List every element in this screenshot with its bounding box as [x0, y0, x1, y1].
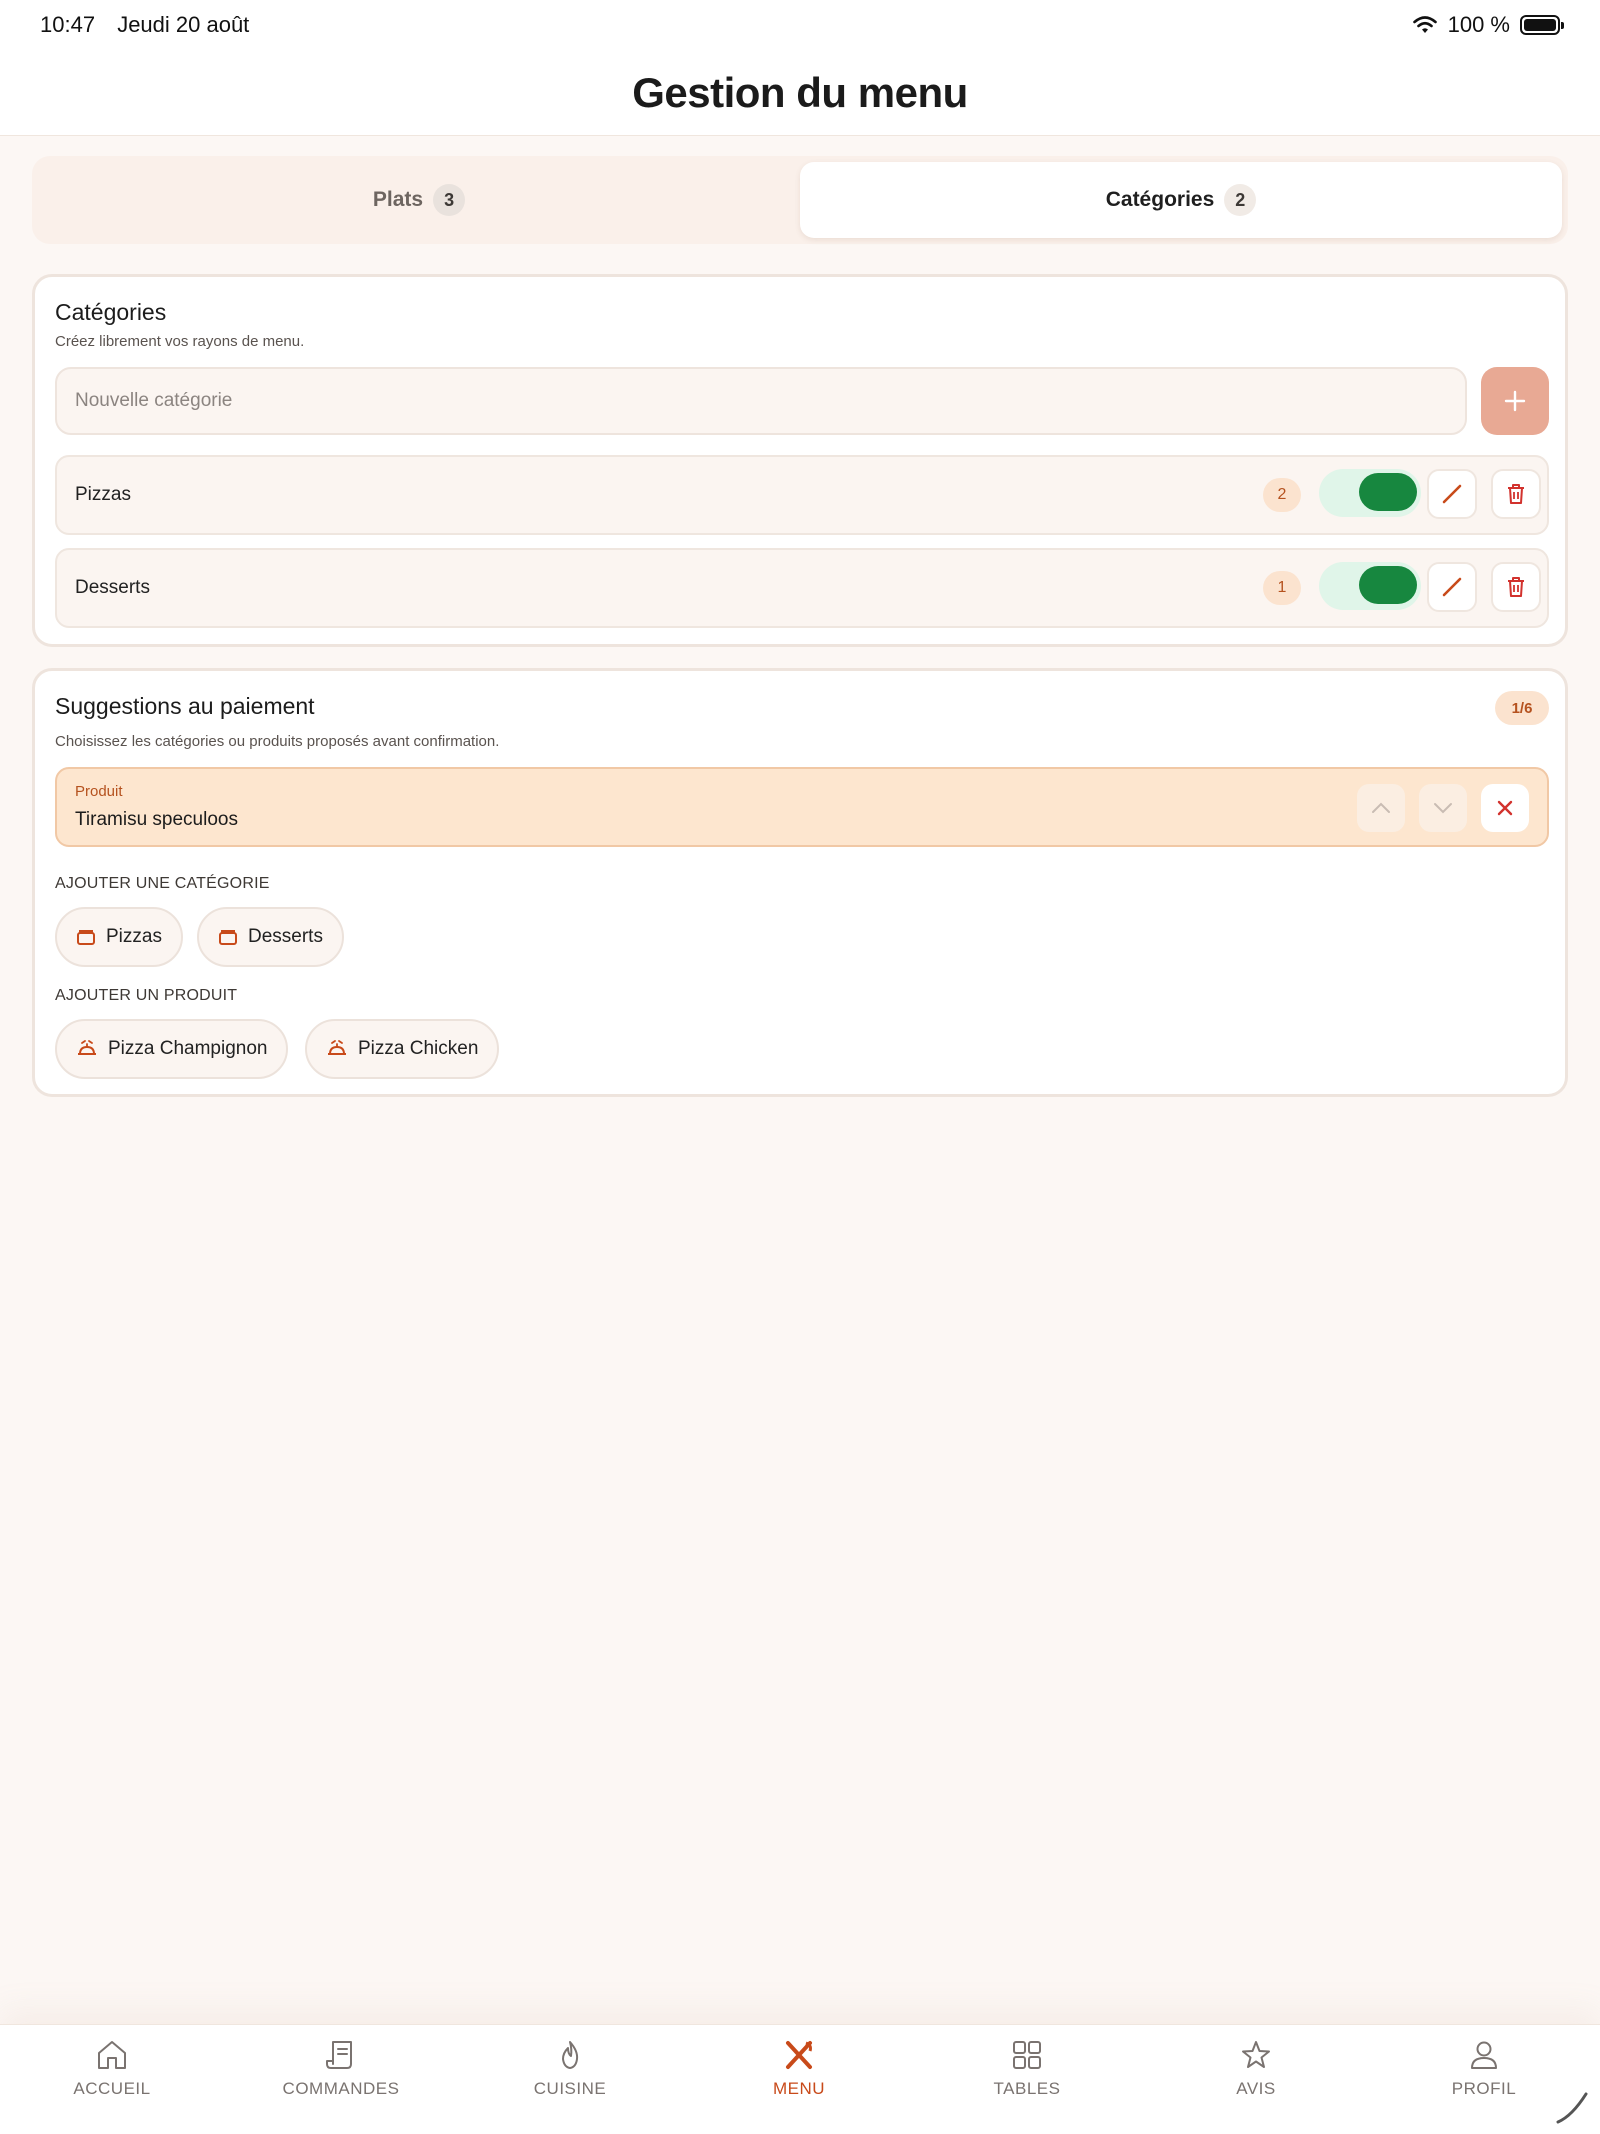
- nav-menu[interactable]: MENU: [709, 2039, 889, 2099]
- category-name: Pizzas: [75, 484, 131, 505]
- category-visibility-toggle[interactable]: [1319, 562, 1421, 610]
- dish-icon: [328, 1040, 346, 1055]
- nav-label: PROFIL: [1451, 2079, 1517, 2098]
- chip-label: Desserts: [248, 926, 323, 947]
- trash-icon: [1508, 484, 1524, 504]
- tab-categories-label: Catégories: [1105, 188, 1215, 211]
- nav-label: TABLES: [993, 2079, 1061, 2098]
- category-count-badge: 1: [1263, 571, 1301, 605]
- tab-plats[interactable]: Plats 3: [38, 162, 800, 238]
- suggestion-name: Tiramisu speculoos: [75, 809, 238, 830]
- tab-plats-count: 3: [433, 184, 466, 216]
- wifi-icon: [1412, 16, 1437, 33]
- category-name: Desserts: [75, 577, 150, 598]
- add-category-chip[interactable]: Pizzas: [55, 907, 183, 967]
- category-row[interactable]: Desserts 1: [55, 548, 1549, 628]
- categories-title: Catégories: [55, 299, 167, 325]
- receipt-icon: [326, 2041, 352, 2069]
- star-icon: [1242, 2041, 1270, 2068]
- tab-categories[interactable]: Catégories 2: [800, 162, 1562, 238]
- nav-label: MENU: [772, 2079, 826, 2098]
- add-category-button[interactable]: [1481, 367, 1549, 435]
- nav-label: AVIS: [1236, 2079, 1276, 2098]
- nav-commandes[interactable]: COMMANDES: [251, 2039, 431, 2099]
- nav-label: CUISINE: [533, 2079, 607, 2098]
- home-icon: [98, 2041, 126, 2069]
- edit-category-button[interactable]: [1427, 562, 1477, 612]
- page-header: Gestion du menu: [0, 50, 1600, 136]
- close-icon: [1497, 800, 1513, 816]
- home-indicator-icon: [1556, 2092, 1588, 2124]
- chip-label: Pizza Chicken: [358, 1038, 479, 1059]
- new-category-input[interactable]: [75, 390, 1465, 412]
- chip-label: Pizzas: [106, 926, 162, 947]
- folder-icon: [219, 930, 237, 945]
- trash-icon: [1508, 577, 1524, 597]
- chevron-up-icon: [1372, 802, 1390, 813]
- suggestions-counter-badge: 1/6: [1495, 691, 1549, 725]
- add-product-chip[interactable]: Pizza Champignon: [55, 1019, 289, 1079]
- add-product-label: AJOUTER UN PRODUIT: [55, 987, 238, 1004]
- tab-categories-count: 2: [1224, 184, 1257, 216]
- edit-category-button[interactable]: [1427, 469, 1477, 519]
- battery-percent: 100 %: [1447, 12, 1510, 37]
- suggestions-card: Suggestions au paiement 1/6 Choisissez l…: [32, 668, 1568, 1097]
- nav-label: ACCUEIL: [73, 2079, 151, 2098]
- tab-plats-label: Plats: [372, 188, 424, 211]
- add-product-chip[interactable]: Pizza Chicken: [305, 1019, 500, 1079]
- dish-icon: [78, 1040, 96, 1055]
- move-down-button[interactable]: [1419, 784, 1467, 832]
- delete-category-button[interactable]: [1491, 562, 1541, 612]
- status-time: 10:47: [40, 12, 96, 37]
- suggestions-title: Suggestions au paiement: [55, 693, 315, 719]
- categories-subtitle: Créez librement vos rayons de menu.: [55, 333, 305, 350]
- pencil-icon: [1442, 484, 1462, 504]
- battery-icon: [1520, 15, 1564, 35]
- chevron-down-icon: [1434, 803, 1452, 814]
- status-date: Jeudi 20 août: [117, 12, 250, 37]
- add-category-chip[interactable]: Desserts: [197, 907, 344, 967]
- new-category-field: [55, 367, 1467, 435]
- grid-icon: [1013, 2041, 1041, 2069]
- nav-label: COMMANDES: [282, 2079, 400, 2098]
- category-count-badge: 2: [1263, 478, 1301, 512]
- suggestions-subtitle: Choisissez les catégories ou produits pr…: [55, 733, 500, 750]
- nav-accueil[interactable]: ACCUEIL: [22, 2039, 202, 2099]
- nav-tables[interactable]: TABLES: [937, 2039, 1117, 2099]
- status-right: 100 %: [1412, 12, 1564, 38]
- user-icon: [1471, 2041, 1497, 2069]
- selected-suggestion: Produit Tiramisu speculoos: [55, 767, 1549, 847]
- folder-icon: [77, 930, 95, 945]
- status-bar: 10:47 Jeudi 20 août 100 %: [0, 0, 1600, 50]
- category-row[interactable]: Pizzas 2: [55, 455, 1549, 535]
- add-category-label: AJOUTER UNE CATÉGORIE: [55, 875, 270, 892]
- pencil-icon: [1442, 577, 1462, 597]
- delete-category-button[interactable]: [1491, 469, 1541, 519]
- nav-cuisine[interactable]: CUISINE: [480, 2039, 660, 2099]
- move-up-button[interactable]: [1357, 784, 1405, 832]
- category-visibility-toggle[interactable]: [1319, 469, 1421, 517]
- suggestion-kind: Produit: [75, 783, 123, 800]
- status-left: 10:47 Jeudi 20 août: [40, 12, 249, 38]
- bottom-nav: ACCUEIL COMMANDES CUISINE MENU TABLES AV…: [0, 2024, 1600, 2134]
- plus-icon: [1504, 390, 1526, 412]
- page-title: Gestion du menu: [632, 68, 968, 116]
- chip-label: Pizza Champignon: [108, 1038, 268, 1059]
- utensils-icon: [786, 2041, 812, 2069]
- remove-suggestion-button[interactable]: [1481, 784, 1529, 832]
- nav-avis[interactable]: AVIS: [1166, 2039, 1346, 2099]
- flame-icon: [562, 2041, 579, 2069]
- segmented-tabs: Plats 3 Catégories 2: [32, 156, 1568, 244]
- nav-profil[interactable]: PROFIL: [1394, 2039, 1574, 2099]
- categories-card: Catégories Créez librement vos rayons de…: [32, 274, 1568, 647]
